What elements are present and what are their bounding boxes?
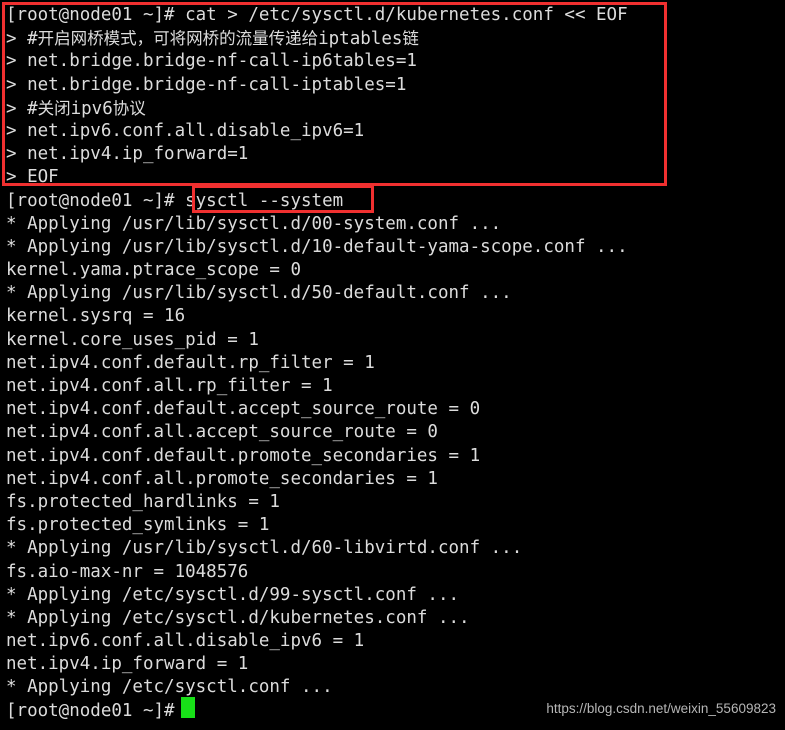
terminal-line: fs.protected_hardlinks = 1 xyxy=(6,491,280,512)
terminal-line: > #开启网桥模式，可将网桥的流量传递给iptables链 xyxy=(6,29,419,50)
terminal-line: * Applying /usr/lib/sysctl.d/00-system.c… xyxy=(6,213,502,234)
terminal-line: net.ipv4.conf.default.promote_secondarie… xyxy=(6,445,481,466)
terminal-line: fs.protected_symlinks = 1 xyxy=(6,515,270,536)
terminal-line: kernel.core_uses_pid = 1 xyxy=(6,329,259,350)
terminal-line: net.ipv4.ip_forward = 1 xyxy=(6,654,249,675)
terminal-line: [root@node01 ~]# cat > /etc/sysctl.d/kub… xyxy=(6,5,628,25)
terminal-line: * Applying /etc/sysctl.d/99-sysctl.conf … xyxy=(6,584,460,605)
terminal-window[interactable]: [root@node01 ~]# cat > /etc/sysctl.d/kub… xyxy=(0,0,785,730)
terminal-cursor xyxy=(181,697,195,718)
terminal-line: > net.bridge.bridge-nf-call-iptables=1 xyxy=(6,74,407,95)
terminal-line: [root@node01 ~]# sysctl --system xyxy=(6,190,344,211)
terminal-line: net.ipv4.conf.default.accept_source_rout… xyxy=(6,399,481,420)
terminal-line: net.ipv4.conf.all.accept_source_route = … xyxy=(6,422,438,443)
terminal-line: * Applying /usr/lib/sysctl.d/50-default.… xyxy=(6,283,512,304)
terminal-line: kernel.sysrq = 16 xyxy=(6,306,186,327)
terminal-line: net.ipv4.conf.all.promote_secondaries = … xyxy=(6,468,438,489)
terminal-line: net.ipv4.conf.default.rp_filter = 1 xyxy=(6,352,375,373)
terminal-line: > net.ipv6.conf.all.disable_ipv6=1 xyxy=(6,120,365,141)
terminal-line: net.ipv4.conf.all.rp_filter = 1 xyxy=(6,376,333,396)
terminal-line: > #关闭ipv6协议 xyxy=(6,98,146,119)
terminal-output: [root@node01 ~]# cat > /etc/sysctl.d/kub… xyxy=(6,4,781,723)
terminal-line: fs.aio-max-nr = 1048576 xyxy=(6,561,249,582)
terminal-line: * Applying /usr/lib/sysctl.d/60-libvirtd… xyxy=(6,538,523,559)
terminal-line: net.ipv6.conf.all.disable_ipv6 = 1 xyxy=(6,631,365,652)
watermark-url: https://blog.csdn.net/weixin_55609823 xyxy=(546,701,776,716)
terminal-line: kernel.yama.ptrace_scope = 0 xyxy=(6,260,302,281)
terminal-line: * Applying /usr/lib/sysctl.d/10-default-… xyxy=(6,236,628,257)
terminal-line: > EOF xyxy=(6,167,59,188)
terminal-line: > net.ipv4.ip_forward=1 xyxy=(6,144,249,165)
terminal-line: > net.bridge.bridge-nf-call-ip6tables=1 xyxy=(6,51,417,72)
terminal-line: * Applying /etc/sysctl.d/kubernetes.conf… xyxy=(6,607,470,628)
